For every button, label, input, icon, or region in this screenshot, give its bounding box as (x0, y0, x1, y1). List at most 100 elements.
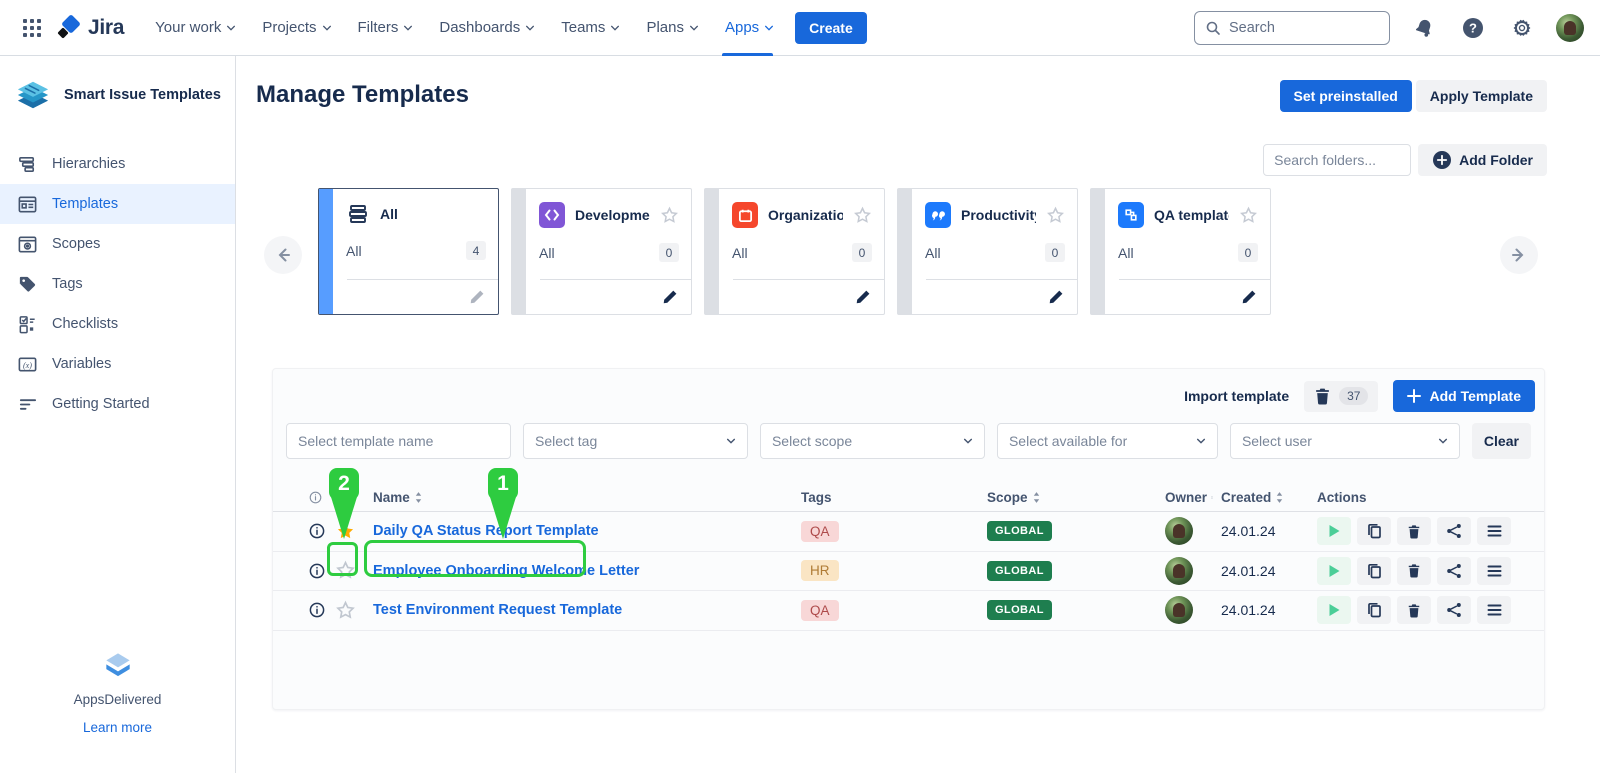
help-icon[interactable]: ? (1458, 13, 1488, 43)
create-button[interactable]: Create (795, 12, 867, 44)
add-folder-button[interactable]: Add Folder (1418, 144, 1547, 176)
nav-item-projects[interactable]: Projects (249, 0, 344, 56)
info-icon[interactable] (309, 602, 335, 618)
clear-filters-button[interactable]: Clear (1472, 423, 1531, 459)
search-input[interactable] (1229, 20, 1369, 36)
edit-pencil-icon[interactable] (1241, 289, 1257, 305)
owner-avatar[interactable] (1165, 596, 1193, 624)
sidebar-item-label: Tags (52, 276, 83, 292)
copy-button[interactable] (1357, 517, 1391, 545)
nav-item-your-work[interactable]: Your work (142, 0, 249, 56)
favorite-star-icon[interactable] (335, 560, 365, 581)
delete-button[interactable] (1397, 557, 1431, 585)
menu-button[interactable] (1477, 557, 1511, 585)
sidebar-item-variables[interactable]: (x) Variables (0, 344, 235, 384)
star-icon[interactable] (1239, 206, 1258, 225)
star-icon[interactable] (660, 206, 679, 225)
apply-play-button[interactable] (1317, 517, 1351, 545)
nav-item-filters[interactable]: Filters (345, 0, 427, 56)
add-template-button[interactable]: Add Template (1393, 380, 1535, 412)
delete-button[interactable] (1397, 517, 1431, 545)
edit-pencil-icon[interactable] (855, 289, 871, 305)
folders-toolbar: Add Folder (1263, 144, 1547, 176)
jira-logo[interactable]: Jira (56, 15, 124, 41)
filter-available-for-select[interactable]: Select available for (997, 423, 1218, 459)
apply-template-button[interactable]: Apply Template (1416, 80, 1547, 112)
menu-button[interactable] (1477, 596, 1511, 624)
template-name-link[interactable]: Test Environment Request Template (373, 602, 622, 618)
star-icon[interactable] (1046, 206, 1065, 225)
smart-issue-templates-icon (12, 78, 54, 112)
column-name[interactable]: Name (365, 490, 793, 505)
apply-play-button[interactable] (1317, 596, 1351, 624)
copy-button[interactable] (1357, 596, 1391, 624)
add-template-label: Add Template (1429, 388, 1521, 404)
chevron-down-icon (764, 23, 774, 33)
card-strip (512, 189, 526, 314)
info-icon[interactable] (309, 563, 335, 579)
share-button[interactable] (1437, 517, 1471, 545)
folder-card-productivity[interactable]: Productivity All 0 (897, 188, 1078, 315)
star-icon[interactable] (853, 206, 872, 225)
sidebar-item-hierarchies[interactable]: Hierarchies (0, 144, 235, 184)
folder-card-all[interactable]: All All 4 (318, 188, 499, 315)
chevron-down-icon (403, 23, 413, 33)
nav-item-plans[interactable]: Plans (633, 0, 712, 56)
carousel-prev-button[interactable] (264, 236, 302, 274)
carousel-next-button[interactable] (1500, 236, 1538, 274)
edit-pencil-icon[interactable] (662, 289, 678, 305)
sidebar-item-label: Getting Started (52, 396, 150, 412)
nav-item-dashboards[interactable]: Dashboards (426, 0, 548, 56)
set-preinstalled-button[interactable]: Set preinstalled (1280, 80, 1412, 112)
column-created[interactable]: Created (1213, 490, 1309, 505)
column-actions: Actions (1309, 490, 1536, 505)
copy-button[interactable] (1357, 557, 1391, 585)
template-name-link[interactable]: Employee Onboarding Welcome Letter (373, 563, 639, 579)
appsdelivered-label: AppsDelivered (0, 692, 235, 707)
trash-bin-button[interactable]: 37 (1304, 381, 1378, 412)
share-button[interactable] (1437, 557, 1471, 585)
import-template-button[interactable]: Import template (1184, 388, 1289, 404)
menu-button[interactable] (1477, 517, 1511, 545)
favorite-star-icon[interactable] (335, 521, 365, 542)
sidebar-item-templates[interactable]: Templates (0, 184, 235, 224)
settings-gear-icon[interactable] (1507, 13, 1537, 43)
info-icon[interactable] (309, 523, 335, 539)
filter-tag-select[interactable]: Select tag (523, 423, 748, 459)
sidebar-item-getting-started[interactable]: Getting Started (0, 384, 235, 424)
edit-pencil-icon[interactable] (1048, 289, 1064, 305)
share-button[interactable] (1437, 596, 1471, 624)
learn-more-link[interactable]: Learn more (83, 720, 152, 735)
global-search[interactable] (1194, 11, 1390, 45)
search-folders-input[interactable] (1263, 144, 1411, 176)
user-avatar[interactable] (1556, 14, 1584, 42)
hierarchies-icon (17, 154, 38, 175)
sidebar-item-checklists[interactable]: Checklists (0, 304, 235, 344)
filter-user-select[interactable]: Select user (1230, 423, 1460, 459)
folder-card-qa-templates[interactable]: QA templates All 0 (1090, 188, 1271, 315)
column-scope[interactable]: Scope (979, 490, 1157, 505)
filter-scope-select[interactable]: Select scope (760, 423, 985, 459)
board-icon (1118, 202, 1144, 228)
column-favorite[interactable] (335, 490, 365, 505)
column-owner[interactable]: Owner (1157, 490, 1213, 505)
nav-item-apps[interactable]: Apps (712, 0, 787, 56)
favorite-star-icon[interactable] (335, 600, 365, 621)
edit-pencil-icon[interactable] (469, 289, 485, 305)
app-switcher-icon[interactable] (16, 12, 48, 44)
filter-template-name-input[interactable] (286, 423, 511, 459)
sidebar-item-tags[interactable]: Tags (0, 264, 235, 304)
apply-play-button[interactable] (1317, 557, 1351, 585)
nav-item-teams[interactable]: Teams (548, 0, 633, 56)
owner-avatar[interactable] (1165, 557, 1193, 585)
delete-button[interactable] (1397, 596, 1431, 624)
folder-card-development[interactable]: Development All 0 (511, 188, 692, 315)
folder-card-organization[interactable]: Organization All 0 (704, 188, 885, 315)
sidebar-item-scopes[interactable]: Scopes (0, 224, 235, 264)
notifications-icon[interactable] (1409, 13, 1439, 43)
owner-avatar[interactable] (1165, 517, 1193, 545)
created-date: 24.01.24 (1213, 523, 1309, 539)
template-name-link[interactable]: Daily QA Status Report Template (373, 523, 599, 539)
svg-text:?: ? (1469, 20, 1477, 35)
top-nav: Jira Your work Projects Filters Dashboar… (0, 0, 1600, 56)
